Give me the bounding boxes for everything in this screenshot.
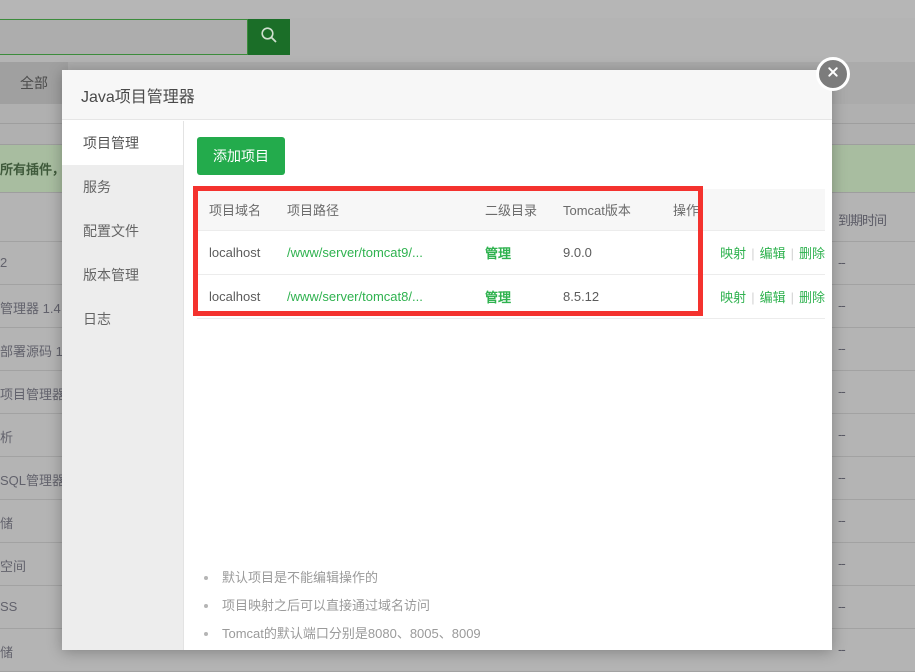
action-link-1[interactable]: 编辑 bbox=[760, 290, 786, 305]
sidebar-item-0[interactable]: 项目管理 bbox=[62, 121, 183, 165]
background-topbar bbox=[0, 0, 915, 18]
action-link-2[interactable]: 删除 bbox=[799, 290, 825, 305]
column-header-0: 项目域名 bbox=[197, 189, 275, 231]
background-plugin-name: 部署源码 1 bbox=[0, 341, 63, 360]
note-item-2: Tomcat的默认端口分别是8080、8005、8009 bbox=[200, 626, 720, 642]
subdir-manage-link[interactable]: 管理 bbox=[485, 246, 511, 261]
column-header-3: Tomcat版本 bbox=[551, 189, 661, 231]
background-plugin-name: 空间 bbox=[0, 556, 26, 575]
background-plugin-expiry: -- bbox=[838, 341, 845, 356]
background-plugin-expiry: -- bbox=[838, 470, 845, 485]
column-header-2: 二级目录 bbox=[473, 189, 551, 231]
background-plugin-expiry: -- bbox=[838, 384, 845, 399]
cell-domain: localhost bbox=[197, 231, 275, 275]
action-separator: | bbox=[746, 290, 759, 305]
add-project-button[interactable]: 添加项目 bbox=[197, 137, 285, 175]
cell-actions: 映射|编辑|删除 bbox=[661, 231, 825, 275]
background-plugin-name: 项目管理器 bbox=[0, 384, 65, 403]
subdir-manage-link[interactable]: 管理 bbox=[485, 290, 511, 305]
project-path-link[interactable]: /www/server/tomcat8/... bbox=[287, 289, 423, 304]
table-header-row: 项目域名项目路径二级目录Tomcat版本操作 bbox=[197, 189, 825, 231]
search-icon bbox=[260, 26, 278, 49]
action-link-1[interactable]: 编辑 bbox=[760, 246, 786, 261]
dialog-header: Java项目管理器 bbox=[62, 70, 832, 120]
notes-list: 默认项目是不能编辑操作的项目映射之后可以直接通过域名访问 Tomcat的默认端口分… bbox=[200, 570, 720, 654]
background-plugin-name: SQL管理器 bbox=[0, 470, 65, 489]
dialog-title: Java项目管理器 bbox=[81, 83, 195, 107]
background-plugin-name: 析 bbox=[0, 427, 13, 446]
note-item-1: 项目映射之后可以直接通过域名访问 bbox=[200, 598, 720, 614]
sidebar-item-label: 项目管理 bbox=[83, 135, 139, 151]
background-plugin-name: 2 bbox=[0, 255, 7, 270]
background-search-bar: search bbox=[0, 19, 290, 55]
search-button[interactable] bbox=[248, 19, 290, 55]
note-item-0: 默认项目是不能编辑操作的 bbox=[200, 570, 720, 586]
tab-all[interactable]: 全部 bbox=[0, 62, 68, 104]
sidebar-item-label: 配置文件 bbox=[83, 223, 139, 239]
java-project-manager-dialog: Java项目管理器 项目管理服务配置文件版本管理日志 添加项目 项目域名项目路径… bbox=[62, 70, 832, 650]
sidebar-item-2[interactable]: 配置文件 bbox=[62, 209, 183, 253]
cell-tomcat-version: 9.0.0 bbox=[551, 231, 661, 275]
search-input[interactable]: search bbox=[0, 19, 248, 55]
sidebar-item-label: 版本管理 bbox=[83, 267, 139, 283]
close-button[interactable] bbox=[816, 57, 850, 91]
cell-path: /www/server/tomcat8/... bbox=[275, 275, 473, 319]
background-plugin-name: 储 bbox=[0, 513, 13, 532]
cell-actions: 映射|编辑|删除 bbox=[661, 275, 825, 319]
sidebar-item-3[interactable]: 版本管理 bbox=[62, 253, 183, 297]
project-table-zone: 项目域名项目路径二级目录Tomcat版本操作 localhost/www/ser… bbox=[197, 189, 814, 337]
project-path-link[interactable]: /www/server/tomcat9/... bbox=[287, 245, 423, 260]
column-header-1: 项目路径 bbox=[275, 189, 473, 231]
action-separator: | bbox=[786, 290, 799, 305]
action-link-2[interactable]: 删除 bbox=[799, 246, 825, 261]
background-column-header-expiry: 到期时间 bbox=[838, 210, 886, 229]
dialog-body: 项目管理服务配置文件版本管理日志 添加项目 项目域名项目路径二级目录Tomcat… bbox=[62, 121, 832, 650]
background-plugin-expiry: -- bbox=[838, 298, 845, 313]
cell-subdir: 管理 bbox=[473, 275, 551, 319]
table-spacer-row bbox=[197, 319, 825, 337]
background-plugin-expiry: -- bbox=[838, 513, 845, 528]
cell-subdir: 管理 bbox=[473, 231, 551, 275]
table-row: localhost/www/server/tomcat8/... 管理 8.5.12… bbox=[197, 275, 825, 319]
action-separator: | bbox=[746, 246, 759, 261]
background-plugin-expiry: -- bbox=[838, 599, 845, 614]
cell-tomcat-version: 8.5.12 bbox=[551, 275, 661, 319]
background-plugin-expiry: -- bbox=[838, 642, 845, 657]
sidebar-item-label: 日志 bbox=[83, 311, 111, 327]
background-plugin-expiry: -- bbox=[838, 556, 845, 571]
sidebar-item-1[interactable]: 服务 bbox=[62, 165, 183, 209]
background-plugin-name: 储 bbox=[0, 642, 13, 661]
background-plugin-name: SS bbox=[0, 599, 17, 614]
project-table: 项目域名项目路径二级目录Tomcat版本操作 localhost/www/ser… bbox=[197, 189, 825, 337]
column-header-4: 操作 bbox=[661, 189, 825, 231]
dialog-sidebar: 项目管理服务配置文件版本管理日志 bbox=[62, 121, 184, 650]
table-row: localhost/www/server/tomcat9/...管理9.0.0映… bbox=[197, 231, 825, 275]
sidebar-item-4[interactable]: 日志 bbox=[62, 297, 183, 341]
action-separator: | bbox=[786, 246, 799, 261]
action-link-0[interactable]: 映射 bbox=[720, 290, 746, 305]
cell-domain: localhost bbox=[197, 275, 275, 319]
background-plugin-name: 管理器 1.4 bbox=[0, 298, 61, 317]
table-spacer-cell bbox=[197, 319, 825, 337]
cell-path: /www/server/tomcat9/... bbox=[275, 231, 473, 275]
background-plugin-expiry: -- bbox=[838, 427, 845, 442]
close-icon bbox=[826, 65, 840, 84]
sidebar-item-label: 服务 bbox=[83, 179, 111, 195]
action-link-0[interactable]: 映射 bbox=[720, 246, 746, 261]
dialog-main-panel: 添加项目 项目域名项目路径二级目录Tomcat版本操作 localhost/ww… bbox=[184, 121, 832, 650]
background-plugin-expiry: -- bbox=[838, 255, 845, 270]
